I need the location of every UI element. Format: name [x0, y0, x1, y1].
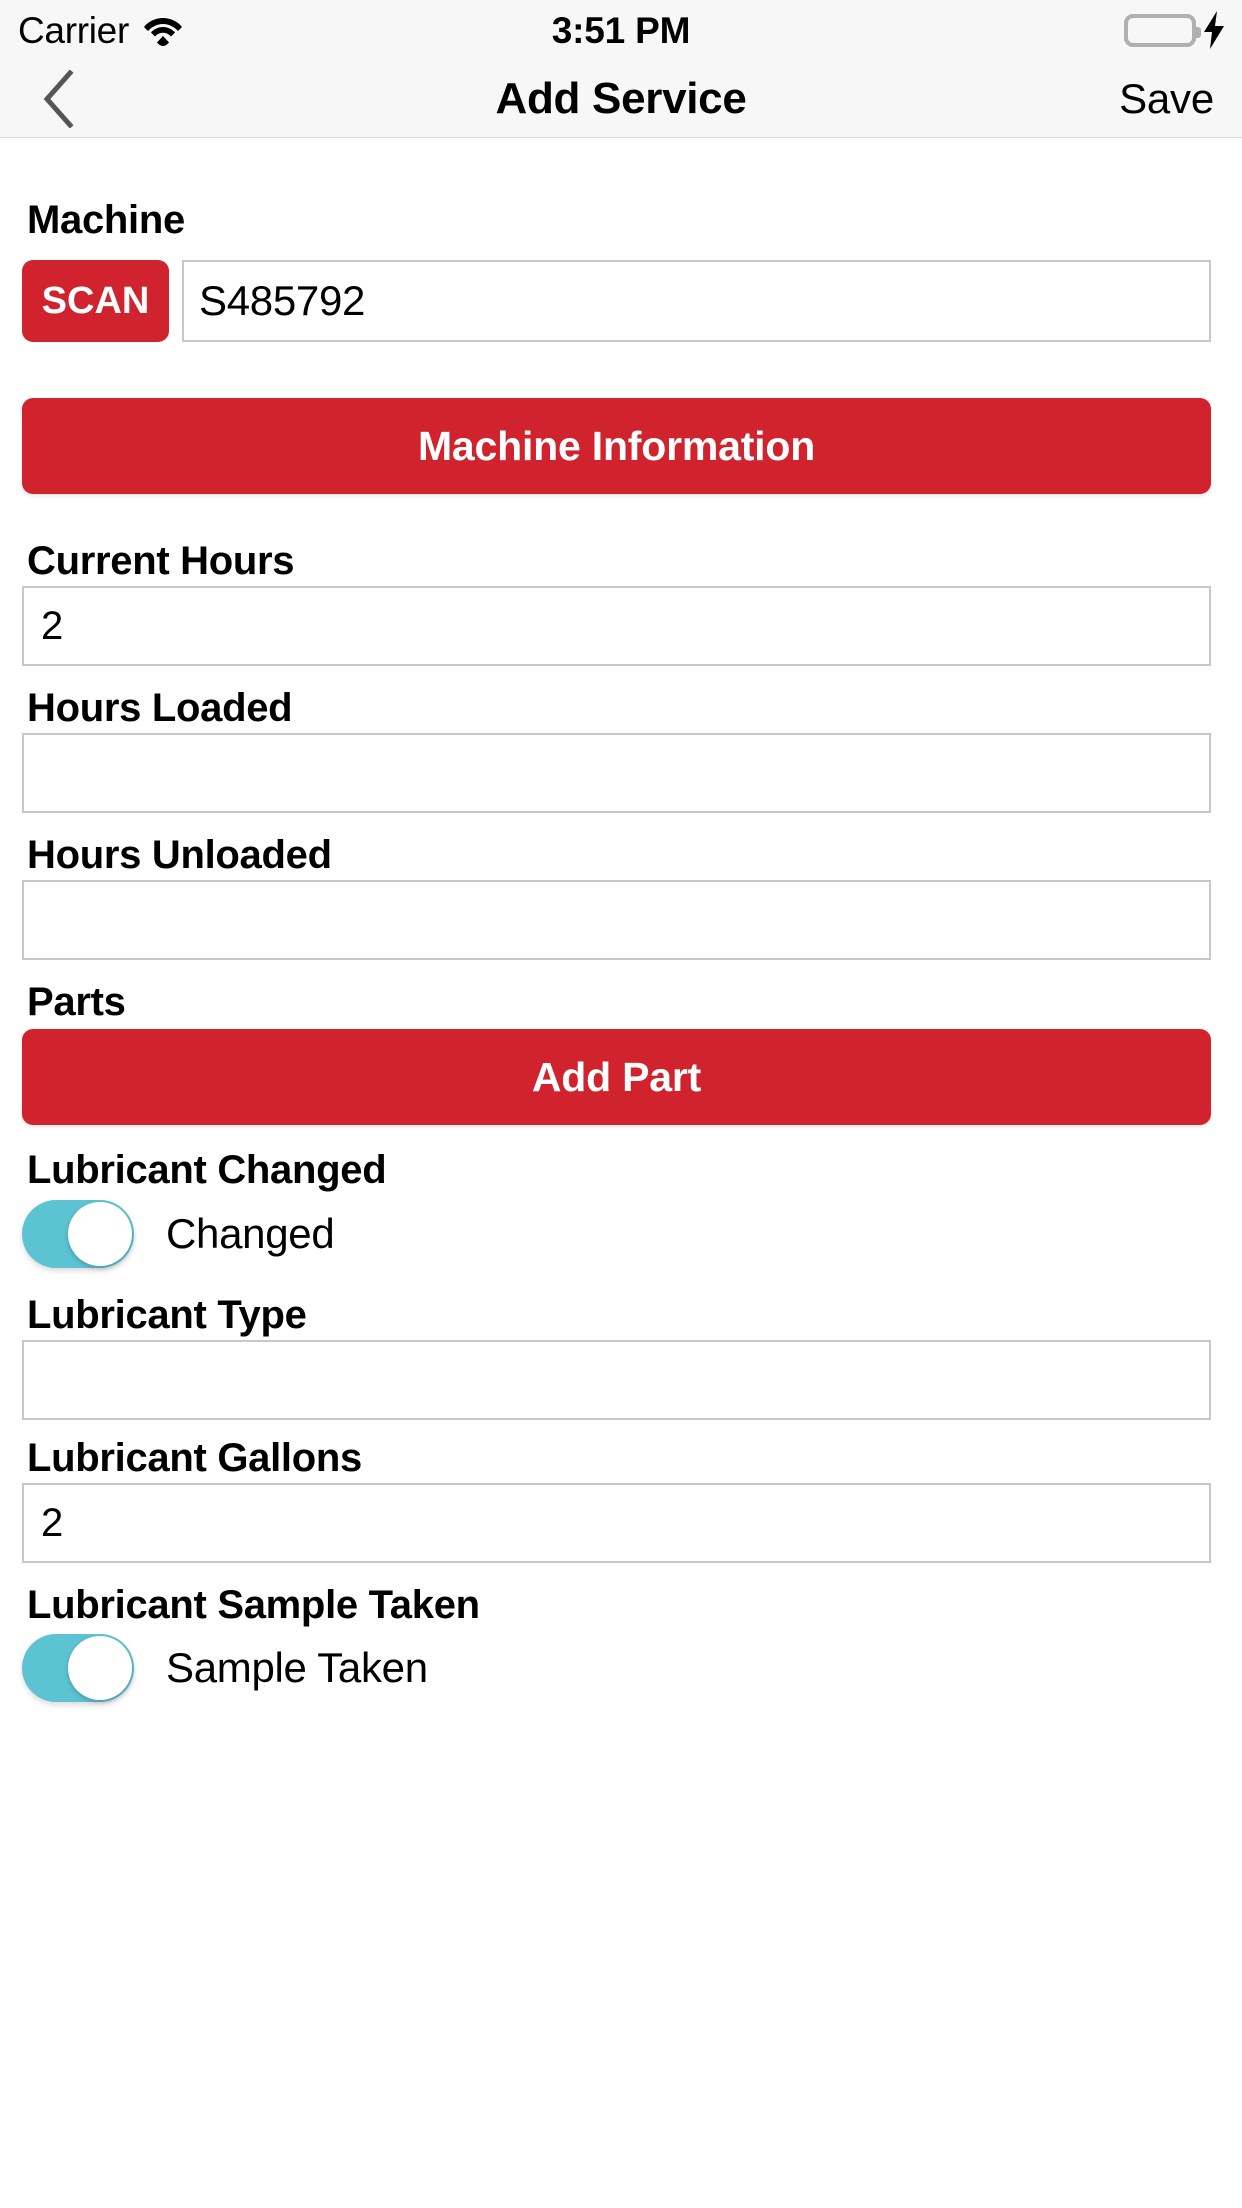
- battery-icon: [1124, 13, 1201, 47]
- status-bar-right: [1124, 0, 1226, 60]
- lightning-bolt-icon: [1202, 11, 1226, 49]
- machine-label: Machine: [27, 198, 185, 242]
- form-content: Machine SCAN Machine Information Current…: [0, 138, 1242, 2208]
- page-title: Add Service: [495, 74, 747, 123]
- status-bar-center: 3:51 PM: [0, 0, 1242, 60]
- machine-information-button[interactable]: Machine Information: [22, 398, 1211, 494]
- lubricant-sample-taken-label: Lubricant Sample Taken: [27, 1583, 480, 1627]
- save-button[interactable]: Save: [1119, 60, 1214, 138]
- add-part-button[interactable]: Add Part: [22, 1029, 1211, 1125]
- toggle-knob: [68, 1202, 132, 1266]
- lubricant-type-input[interactable]: [22, 1340, 1211, 1420]
- lubricant-changed-toggle[interactable]: [22, 1200, 134, 1268]
- lubricant-changed-row: Changed: [22, 1200, 335, 1268]
- current-hours-input[interactable]: [22, 586, 1211, 666]
- toggle-knob: [68, 1636, 132, 1700]
- machine-row: SCAN: [22, 260, 1211, 342]
- app-screen: Carrier 3:51 PM Add Service Save Machine…: [0, 0, 1242, 2208]
- status-bar: Carrier 3:51 PM: [0, 0, 1242, 60]
- hours-loaded-input[interactable]: [22, 733, 1211, 813]
- current-hours-label: Current Hours: [27, 539, 295, 583]
- parts-label: Parts: [27, 980, 126, 1024]
- lubricant-type-label: Lubricant Type: [27, 1293, 307, 1337]
- lubricant-gallons-input[interactable]: [22, 1483, 1211, 1563]
- lubricant-gallons-label: Lubricant Gallons: [27, 1436, 362, 1480]
- lubricant-changed-toggle-label: Changed: [166, 1210, 335, 1257]
- machine-id-input[interactable]: [182, 260, 1211, 342]
- nav-bar: Add Service Save: [0, 60, 1242, 138]
- hours-loaded-label: Hours Loaded: [27, 686, 293, 730]
- hours-unloaded-input[interactable]: [22, 880, 1211, 960]
- clock-label: 3:51 PM: [551, 9, 691, 51]
- scan-button[interactable]: SCAN: [22, 260, 169, 342]
- lubricant-changed-label: Lubricant Changed: [27, 1148, 387, 1192]
- hours-unloaded-label: Hours Unloaded: [27, 833, 332, 877]
- lubricant-sample-taken-toggle[interactable]: [22, 1634, 134, 1702]
- lubricant-sample-taken-toggle-label: Sample Taken: [166, 1644, 428, 1691]
- lubricant-sample-taken-row: Sample Taken: [22, 1634, 428, 1702]
